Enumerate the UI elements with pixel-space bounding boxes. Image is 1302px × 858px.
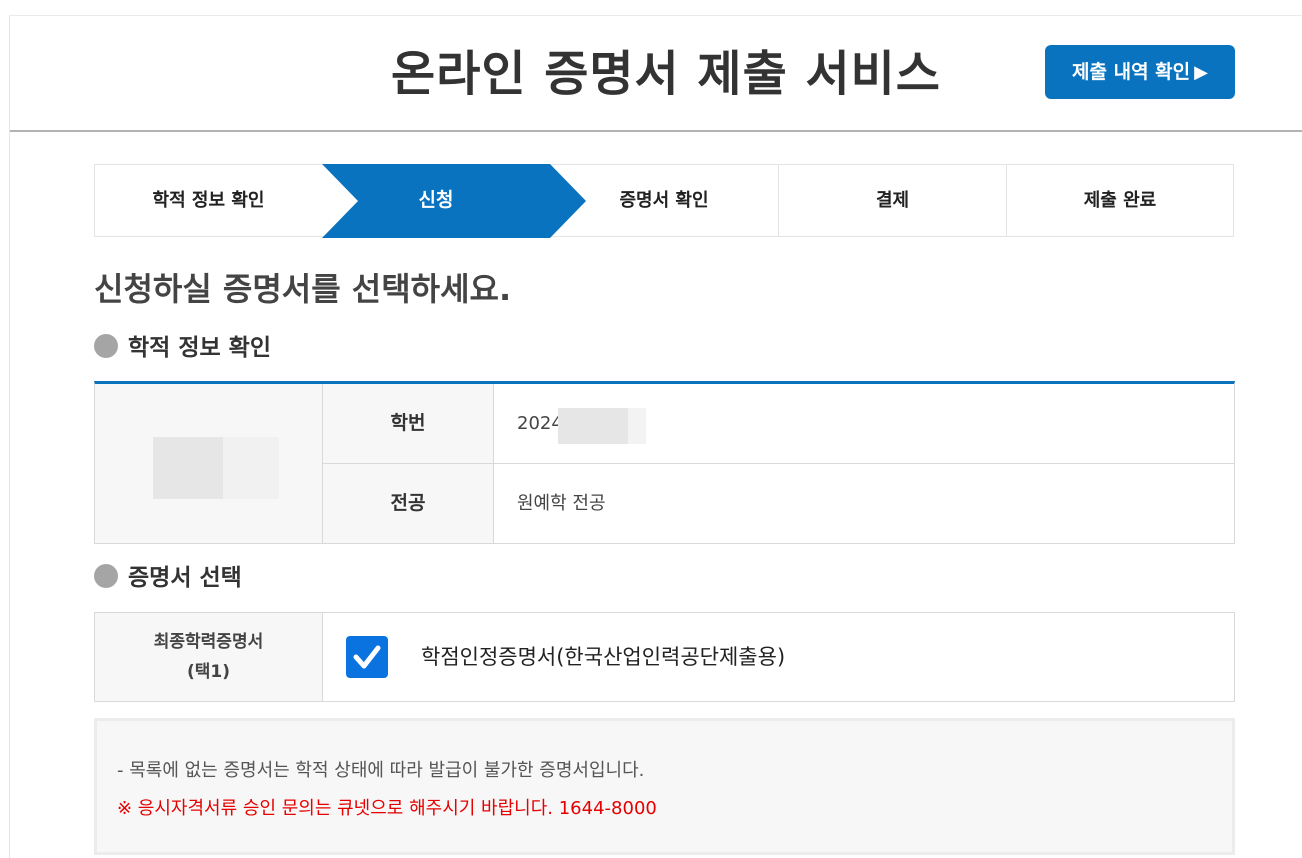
certificate-select-table: 최종학력증명서 (택1) 학점인정증명서(한국산업인력공단제출용) bbox=[94, 612, 1235, 702]
step-payment: 결제 bbox=[779, 165, 1006, 236]
step-label: 증명서 확인 bbox=[619, 190, 709, 211]
step-label: 학적 정보 확인 bbox=[152, 190, 265, 211]
student-info-table: 학번 2024 전공 원예학 전공 bbox=[94, 381, 1235, 544]
step-certificate-check: 증명서 확인 bbox=[550, 165, 778, 236]
step-label: 신청 bbox=[418, 189, 454, 211]
step-label: 결제 bbox=[875, 190, 910, 211]
student-section-label: 학적 정보 확인 bbox=[128, 335, 271, 361]
student-id-masked bbox=[558, 408, 628, 444]
circle-bullet-icon bbox=[94, 334, 118, 358]
page-header: 온라인 증명서 제출 서비스 제출 내역 확인 ▶ bbox=[10, 16, 1302, 132]
cert-section-title: 증명서 선택 bbox=[94, 563, 242, 593]
student-id-value: 2024 bbox=[517, 413, 563, 434]
notice-unavailable: - 목록에 없는 증명서는 학적 상태에 따라 발급이 불가한 증명서입니다. bbox=[117, 760, 645, 781]
certificate-checkbox[interactable] bbox=[346, 636, 388, 678]
submission-history-label: 제출 내역 확인 bbox=[1072, 61, 1191, 83]
cert-category-note: (택1) bbox=[186, 662, 230, 682]
certificate-option-label[interactable]: 학점인정증명서(한국산업인력공단제출용) bbox=[421, 641, 785, 673]
step-label: 제출 완료 bbox=[1083, 190, 1157, 211]
submission-history-button[interactable]: 제출 내역 확인 ▶ bbox=[1045, 45, 1235, 99]
notice-qnet-contact: ※ 응시자격서류 승인 문의는 큐넷으로 해주시기 바랍니다. 1644-800… bbox=[117, 798, 657, 819]
notice-box: - 목록에 없는 증명서는 학적 상태에 따라 발급이 불가한 증명서입니다. … bbox=[94, 718, 1235, 855]
student-photo-masked bbox=[153, 437, 223, 499]
student-id-masked-fade bbox=[628, 408, 646, 444]
major-label: 전공 bbox=[323, 464, 494, 543]
play-arrow-icon: ▶ bbox=[1194, 62, 1208, 83]
checkmark-icon bbox=[353, 645, 381, 669]
student-photo-cell bbox=[95, 384, 323, 543]
cert-category-name: 최종학력증명서 bbox=[153, 632, 264, 652]
cert-category-label: 최종학력증명서 (택1) bbox=[95, 613, 323, 701]
circle-bullet-icon bbox=[94, 564, 118, 588]
step-apply: 신청 bbox=[322, 165, 550, 236]
major-value: 원예학 전공 bbox=[517, 493, 606, 514]
step-student-info: 학적 정보 확인 bbox=[95, 165, 322, 236]
progress-steps: 학적 정보 확인 신청 증명서 확인 결제 제출 완료 bbox=[94, 164, 1234, 238]
cert-section-label: 증명서 선택 bbox=[128, 565, 242, 591]
student-id-label: 학번 bbox=[323, 384, 494, 463]
student-section-title: 학적 정보 확인 bbox=[94, 333, 271, 363]
section-heading: 신청하실 증명서를 선택하세요. bbox=[94, 270, 512, 308]
student-photo-masked-fade bbox=[223, 437, 279, 499]
step-submit-complete: 제출 완료 bbox=[1007, 165, 1233, 236]
